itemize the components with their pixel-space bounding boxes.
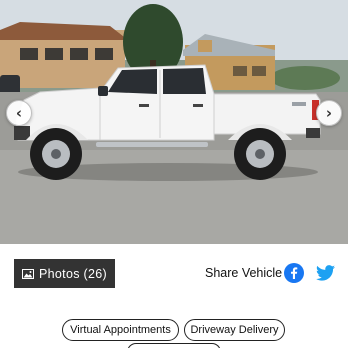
chevron-left-icon: ‹ bbox=[15, 103, 23, 122]
truck-image bbox=[0, 0, 348, 244]
driveway-delivery-label: Driveway Delivery bbox=[190, 324, 279, 336]
twitter-icon[interactable] bbox=[316, 265, 335, 281]
share-vehicle-label: Share Vehicle bbox=[205, 266, 283, 280]
chevron-right-icon: › bbox=[325, 103, 333, 122]
virtual-appointments-tag[interactable]: Virtual Appointments bbox=[62, 319, 179, 341]
image-icon bbox=[22, 268, 35, 279]
photos-button[interactable]: Photos (26) bbox=[14, 259, 115, 288]
feature-tag-partial[interactable] bbox=[127, 343, 221, 348]
next-photo-button[interactable]: › bbox=[316, 100, 342, 126]
vehicle-photo[interactable]: ‹ › bbox=[0, 0, 348, 244]
virtual-appointments-label: Virtual Appointments bbox=[70, 324, 171, 336]
previous-photo-button[interactable]: ‹ bbox=[6, 100, 32, 126]
driveway-delivery-tag[interactable]: Driveway Delivery bbox=[184, 319, 285, 341]
facebook-icon[interactable] bbox=[284, 263, 304, 283]
photos-button-label: Photos (26) bbox=[39, 266, 107, 281]
